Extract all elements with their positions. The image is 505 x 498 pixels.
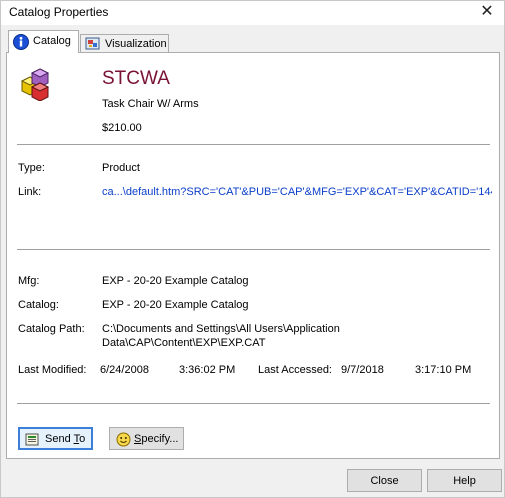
last-modified-time: 3:36:02 PM — [179, 364, 236, 376]
catalog-path-label: Catalog Path: — [18, 323, 85, 335]
last-accessed-label: Last Accessed: — [258, 364, 332, 376]
tab-visualization-label: Visualization — [105, 38, 167, 50]
specify-button[interactable]: Specify... — [109, 427, 184, 450]
divider — [17, 403, 490, 404]
last-modified-label: Last Modified: — [18, 364, 87, 376]
catalog-tab-panel: STCWA Task Chair W/ Arms $210.00 Type: P… — [6, 52, 500, 459]
link-value[interactable]: ca...\default.htm?SRC='CAT'&PUB='CAP'&MF… — [102, 186, 492, 198]
help-button-label: Help — [453, 475, 476, 487]
info-icon — [13, 34, 29, 50]
catalog-value: EXP - 20-20 Example Catalog — [102, 299, 249, 311]
catalog-label: Catalog: — [18, 299, 59, 311]
tab-visualization[interactable]: Visualization — [80, 34, 169, 54]
type-value: Product — [102, 162, 140, 174]
close-window-icon[interactable]: ✕ — [478, 3, 496, 21]
help-button[interactable]: Help — [427, 469, 502, 492]
item-name: STCWA — [102, 68, 170, 89]
send-to-icon — [25, 432, 40, 447]
catalog-properties-dialog: Catalog Properties ✕ Catalog Visualizati… — [0, 0, 505, 498]
send-to-button[interactable]: Send To — [18, 427, 93, 450]
type-label: Type: — [18, 162, 45, 174]
catalog-blocks-icon — [18, 67, 52, 102]
close-button-label: Close — [370, 475, 399, 487]
last-accessed-time: 3:17:10 PM — [415, 364, 472, 376]
send-to-label: Send To — [45, 433, 86, 445]
tab-catalog[interactable]: Catalog — [8, 30, 79, 53]
mfg-value: EXP - 20-20 Example Catalog — [102, 275, 249, 287]
window-title: Catalog Properties — [9, 5, 109, 19]
catalog-path-line2: Data\CAP\Content\EXP\EXP.CAT — [102, 337, 266, 349]
title-bar: Catalog Properties ✕ — [1, 1, 504, 25]
item-description: Task Chair W/ Arms — [102, 98, 199, 110]
visualization-icon — [85, 36, 101, 52]
catalog-path-line1: C:\Documents and Settings\All Users\Appl… — [102, 323, 340, 335]
specify-icon — [116, 432, 131, 447]
mfg-label: Mfg: — [18, 275, 40, 287]
divider — [17, 144, 490, 145]
last-accessed-date: 9/7/2018 — [341, 364, 384, 376]
close-button[interactable]: Close — [347, 469, 422, 492]
specify-label: Specify... — [134, 433, 179, 445]
link-label: Link: — [18, 186, 42, 198]
tab-catalog-label: Catalog — [33, 35, 71, 47]
last-modified-date: 6/24/2008 — [100, 364, 149, 376]
divider — [17, 249, 490, 250]
item-price: $210.00 — [102, 122, 142, 134]
